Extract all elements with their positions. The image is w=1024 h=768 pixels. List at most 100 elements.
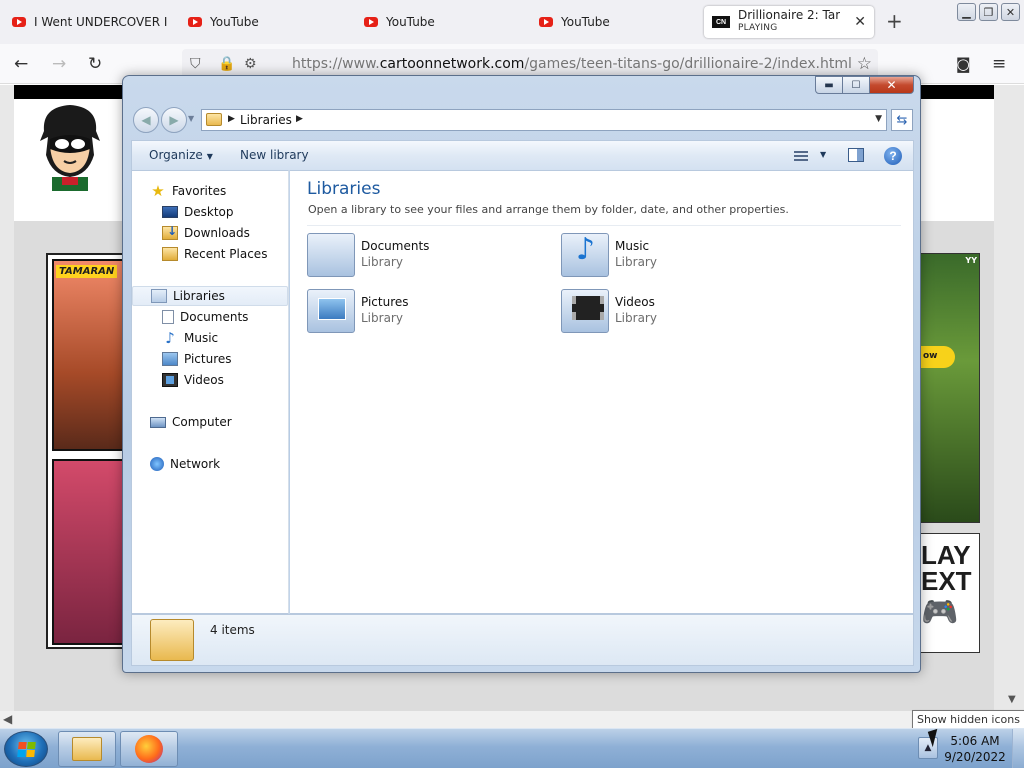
play-next-promo[interactable]: LAY EXT 🎮 (920, 533, 980, 653)
nav-item-music[interactable]: ♪ Music (132, 328, 288, 348)
nav-item-desktop[interactable]: Desktop (132, 202, 288, 222)
breadcrumb[interactable]: Libraries (240, 113, 292, 127)
help-icon[interactable]: ? (884, 147, 902, 165)
change-view-icon[interactable] (794, 149, 810, 163)
details-pane: 4 items (131, 614, 914, 666)
robin-character-image[interactable] (38, 101, 102, 191)
browser-tab[interactable]: I Went UNDERCOVER In (2, 6, 168, 38)
pictures-icon (162, 352, 178, 366)
organize-button[interactable]: Organize ▼ (149, 148, 213, 162)
browser-tab[interactable]: YouTube (529, 6, 695, 38)
youtube-icon (12, 17, 26, 27)
menu-icon[interactable]: ≡ (992, 54, 1006, 74)
tab-title: Drillionaire 2: Tamaran (738, 9, 840, 22)
back-arrow-icon[interactable]: ◀ (133, 107, 159, 133)
browser-tab[interactable]: YouTube (354, 6, 520, 38)
ad-tag: YY (965, 256, 977, 265)
firefox-icon (135, 735, 163, 763)
tab-playing-status: PLAYING (738, 23, 778, 33)
nav-item-downloads[interactable]: Downloads (132, 223, 288, 243)
scroll-down-icon[interactable]: ▼ (1008, 694, 1016, 705)
ad-button[interactable]: ow (921, 346, 955, 368)
clock[interactable]: 5:06 AM 9/20/2022 (944, 733, 1006, 765)
network-icon (150, 457, 164, 471)
new-tab-button[interactable]: + (886, 11, 903, 31)
permissions-icon[interactable]: ⚙ (244, 56, 257, 72)
taskbar-firefox-button[interactable] (120, 731, 178, 767)
navigation-pane: ★ Favorites Desktop Downloads Recent Pla… (131, 170, 289, 614)
browser-tab[interactable]: YouTube (178, 6, 344, 38)
bookmark-star-icon[interactable]: ☆ (857, 54, 872, 74)
taskbar: ▲ 5:06 AM 9/20/2022 (0, 728, 1024, 768)
divider (307, 225, 901, 226)
nav-item-pictures[interactable]: Pictures (132, 349, 288, 369)
maximize-button[interactable]: ☐ (843, 76, 870, 94)
start-button[interactable] (4, 731, 48, 767)
pictures-library-icon (307, 289, 355, 333)
forward-arrow-icon[interactable]: ▶ (161, 107, 187, 133)
forward-arrow-icon[interactable]: → (52, 54, 66, 74)
breadcrumb-arrow-icon[interactable]: ▶ (296, 114, 303, 124)
browser-tab-active[interactable]: CN Drillionaire 2: Tamaran PLAYING ✕ (704, 6, 874, 38)
address-row: ◀ ▶ ▼ ▶ Libraries ▶ ▼ ⇆ (131, 106, 913, 134)
view-options-dropdown-icon[interactable]: ▼ (820, 150, 826, 159)
nav-item-libraries[interactable]: Libraries (132, 286, 288, 306)
breadcrumb-arrow-icon[interactable]: ▶ (228, 114, 235, 124)
library-item-documents[interactable]: Documents Library (307, 233, 537, 281)
close-tab-icon[interactable]: ✕ (854, 14, 866, 30)
videos-library-icon (561, 289, 609, 333)
refresh-icon[interactable]: ⇆ (891, 109, 913, 131)
nav-item-recent-places[interactable]: Recent Places (132, 244, 288, 264)
nav-item-computer[interactable]: Computer (132, 412, 288, 432)
cartoon-network-icon: CN (712, 16, 730, 28)
clock-date: 9/20/2022 (944, 750, 1006, 764)
nav-item-videos[interactable]: Videos (132, 370, 288, 390)
comic-label: TAMARAN (56, 265, 118, 278)
explorer-window: ▬ ☐ ✕ ◀ ▶ ▼ ▶ Libraries ▶ ▼ ⇆ Organize ▼ … (122, 75, 921, 673)
libraries-folder-icon (150, 619, 194, 661)
game-advertisement[interactable]: YY ow (920, 253, 980, 523)
scroll-left-icon[interactable]: ◀ (3, 712, 12, 726)
page-subtitle: Open a library to see your files and arr… (308, 203, 789, 216)
library-content-pane: Libraries Open a library to see your fil… (290, 170, 914, 614)
recent-pages-dropdown-icon[interactable]: ▼ (188, 114, 194, 123)
close-button[interactable]: ✕ (870, 76, 914, 94)
pocket-icon[interactable]: ◙ (956, 54, 971, 74)
libraries-folder-icon (206, 113, 222, 126)
back-arrow-icon[interactable]: ← (14, 54, 28, 74)
youtube-icon (364, 17, 378, 27)
preview-pane-icon[interactable] (848, 148, 864, 162)
downloads-icon (162, 224, 178, 240)
horizontal-scrollbar[interactable]: ◀ (0, 711, 1024, 728)
new-library-button[interactable]: New library (240, 148, 309, 162)
youtube-icon (539, 17, 553, 27)
shield-icon[interactable]: ⛉ (190, 56, 201, 72)
browser-tab-strip: I Went UNDERCOVER In YouTube YouTube You… (0, 0, 1024, 44)
music-library-icon (561, 232, 609, 277)
library-item-videos[interactable]: Videos Library (561, 289, 791, 337)
windows-logo-icon (16, 741, 36, 757)
library-item-music[interactable]: Music Library (561, 232, 791, 281)
clock-time: 5:06 AM (950, 734, 1000, 748)
address-bar[interactable]: ▶ Libraries ▶ ▼ (201, 109, 887, 131)
minimize-button[interactable]: ▬ (815, 76, 843, 94)
reload-icon[interactable]: ↻ (88, 54, 102, 74)
library-item-pictures[interactable]: Pictures Library (307, 289, 537, 337)
window-caption-buttons: ▬ ☐ ✕ (815, 76, 914, 94)
taskbar-explorer-button[interactable] (58, 731, 116, 767)
close-icon[interactable]: ✕ (1001, 3, 1020, 21)
show-desktop-button[interactable] (1012, 729, 1024, 768)
nav-item-favorites[interactable]: ★ Favorites (132, 181, 288, 201)
show-hidden-icons-tooltip: Show hidden icons (912, 710, 1024, 729)
address-dropdown-icon[interactable]: ▼ (875, 114, 882, 124)
nav-item-documents[interactable]: Documents (132, 307, 288, 327)
tab-title: YouTube (561, 15, 610, 29)
computer-icon (150, 416, 166, 428)
star-icon: ★ (151, 182, 165, 200)
minimize-icon[interactable]: ▁ (957, 3, 976, 21)
restore-icon[interactable]: ❐ (979, 3, 998, 21)
lock-icon[interactable]: 🔒 (218, 56, 235, 72)
url-text[interactable]: https://www.cartoonnetwork.com/games/tee… (292, 56, 852, 72)
recent-places-icon (162, 247, 178, 261)
nav-item-network[interactable]: Network (132, 454, 288, 474)
